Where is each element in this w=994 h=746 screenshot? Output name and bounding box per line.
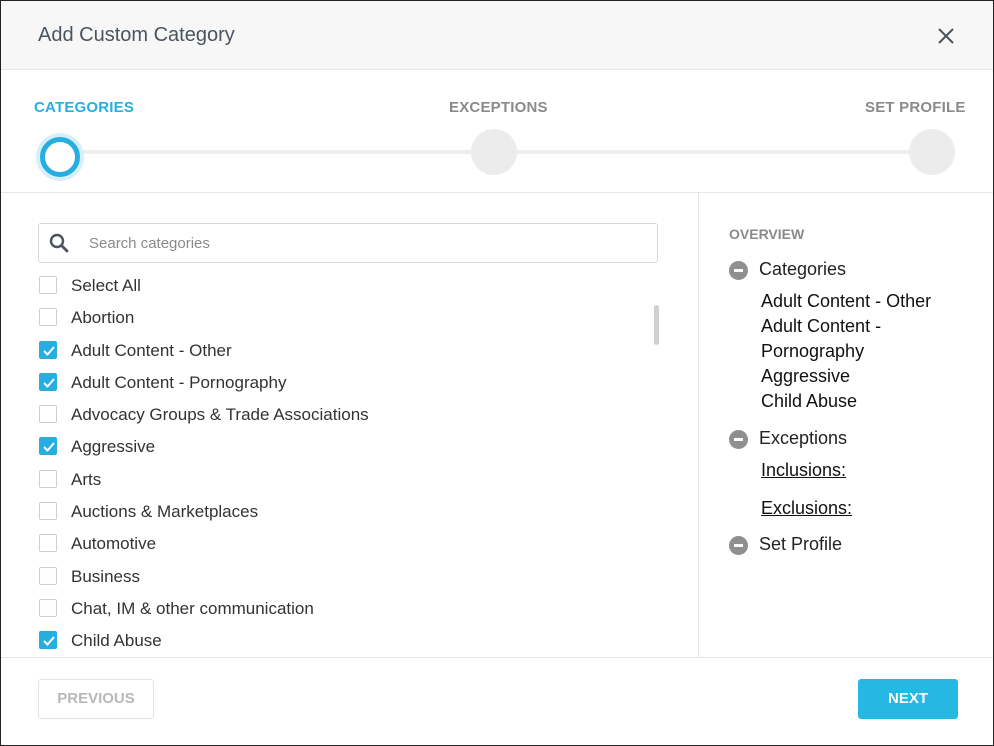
inclusions-link[interactable]: Inclusions: — [761, 460, 846, 481]
category-label: Arts — [71, 469, 102, 489]
step-categories-dot — [40, 137, 80, 177]
category-label: Abortion — [71, 308, 135, 328]
category-checkbox[interactable] — [39, 276, 57, 294]
category-label: Business — [71, 566, 140, 586]
category-checkbox[interactable] — [39, 405, 57, 424]
wizard-stepper: CATEGORIES EXCEPTIONS SET PROFILE — [1, 70, 993, 193]
category-checkbox[interactable] — [39, 598, 57, 617]
minus-circle-icon[interactable] — [729, 430, 748, 449]
category-label: Advocacy Groups & Trade Associations — [71, 405, 369, 425]
check-icon — [43, 442, 55, 453]
category-list-item[interactable]: Aggressive — [38, 432, 648, 464]
overview-panel: OVERVIEW Categories Adult Content - Othe… — [699, 193, 993, 657]
category-list-item[interactable]: Adult Content - Other — [38, 336, 648, 368]
category-list-item[interactable]: Abortion — [38, 303, 648, 335]
search-box — [38, 223, 658, 263]
category-label: Aggressive — [71, 437, 156, 457]
category-list-item[interactable]: Select All — [38, 271, 648, 303]
next-button[interactable]: NEXT — [858, 679, 958, 719]
category-list: Select All Abortion Adult Content - Other A… — [38, 271, 648, 649]
step-exceptions-dot — [471, 129, 517, 175]
category-checkbox[interactable] — [39, 340, 57, 359]
close-icon[interactable] — [931, 21, 959, 49]
overview-selected-item: Pornography — [761, 341, 865, 361]
category-label: Chat, IM & other communication — [71, 598, 314, 618]
category-list-item[interactable]: Advocacy Groups & Trade Associations — [38, 400, 648, 432]
overview-title: OVERVIEW — [729, 226, 805, 242]
step-set-profile-label: SET PROFILE — [865, 99, 966, 116]
category-list-item[interactable]: Adult Content - Pornography — [38, 368, 648, 400]
categories-panel: Select All Abortion Adult Content - Other A… — [1, 193, 699, 657]
overview-selected-item: Child Abuse — [761, 391, 858, 411]
overview-selected-item: Adult Content - — [761, 316, 882, 336]
category-label: Auctions & Marketplaces — [71, 502, 259, 522]
category-list-item[interactable]: Arts — [38, 465, 648, 497]
category-checkbox[interactable] — [39, 631, 57, 649]
dialog-footer: PREVIOUS NEXT — [1, 657, 993, 745]
category-list-item[interactable]: Auctions & Marketplaces — [38, 497, 648, 529]
category-checkbox[interactable] — [39, 469, 57, 488]
exclusions-link[interactable]: Exclusions: — [761, 498, 852, 519]
category-checkbox[interactable] — [39, 437, 57, 456]
overview-exceptions-label: Exceptions — [759, 428, 848, 448]
list-scrollbar[interactable] — [654, 305, 659, 345]
category-label: Automotive — [71, 534, 157, 554]
dialog-title: Add Custom Category — [38, 24, 235, 46]
minus-circle-icon[interactable] — [729, 261, 748, 280]
minus-circle-icon[interactable] — [729, 536, 748, 555]
check-icon — [43, 378, 55, 388]
category-list-item[interactable]: Chat, IM & other communication — [38, 594, 648, 626]
check-icon — [43, 345, 55, 356]
previous-button[interactable]: PREVIOUS — [38, 679, 154, 719]
add-custom-category-dialog: Add Custom Category CATEGORIES EXCEPTION… — [0, 0, 994, 746]
category-checkbox[interactable] — [39, 502, 57, 521]
overview-set-profile-label: Set Profile — [759, 534, 843, 554]
step-set-profile-dot — [909, 129, 955, 175]
overview-selected-item: Adult Content - Other — [761, 291, 932, 311]
category-label: Select All — [71, 276, 141, 295]
category-checkbox[interactable] — [39, 534, 57, 553]
category-list-item[interactable]: Business — [38, 562, 648, 594]
category-list-item[interactable]: Child Abuse — [38, 626, 648, 649]
overview-categories-label: Categories — [759, 259, 847, 279]
check-icon — [43, 636, 55, 647]
category-checkbox[interactable] — [39, 372, 57, 391]
category-checkbox[interactable] — [39, 308, 57, 327]
category-label: Adult Content - Pornography — [71, 372, 287, 392]
category-list-item[interactable]: Automotive — [38, 529, 648, 561]
step-categories-label: CATEGORIES — [34, 99, 135, 116]
category-checkbox[interactable] — [39, 566, 57, 585]
dialog-header: Add Custom Category — [1, 1, 993, 70]
category-label: Child Abuse — [71, 631, 162, 649]
search-icon — [49, 233, 69, 253]
step-exceptions-label: EXCEPTIONS — [449, 99, 548, 116]
overview-selected-item: Aggressive — [761, 366, 851, 386]
category-label: Adult Content - Other — [71, 340, 232, 360]
search-input[interactable] — [89, 224, 649, 262]
